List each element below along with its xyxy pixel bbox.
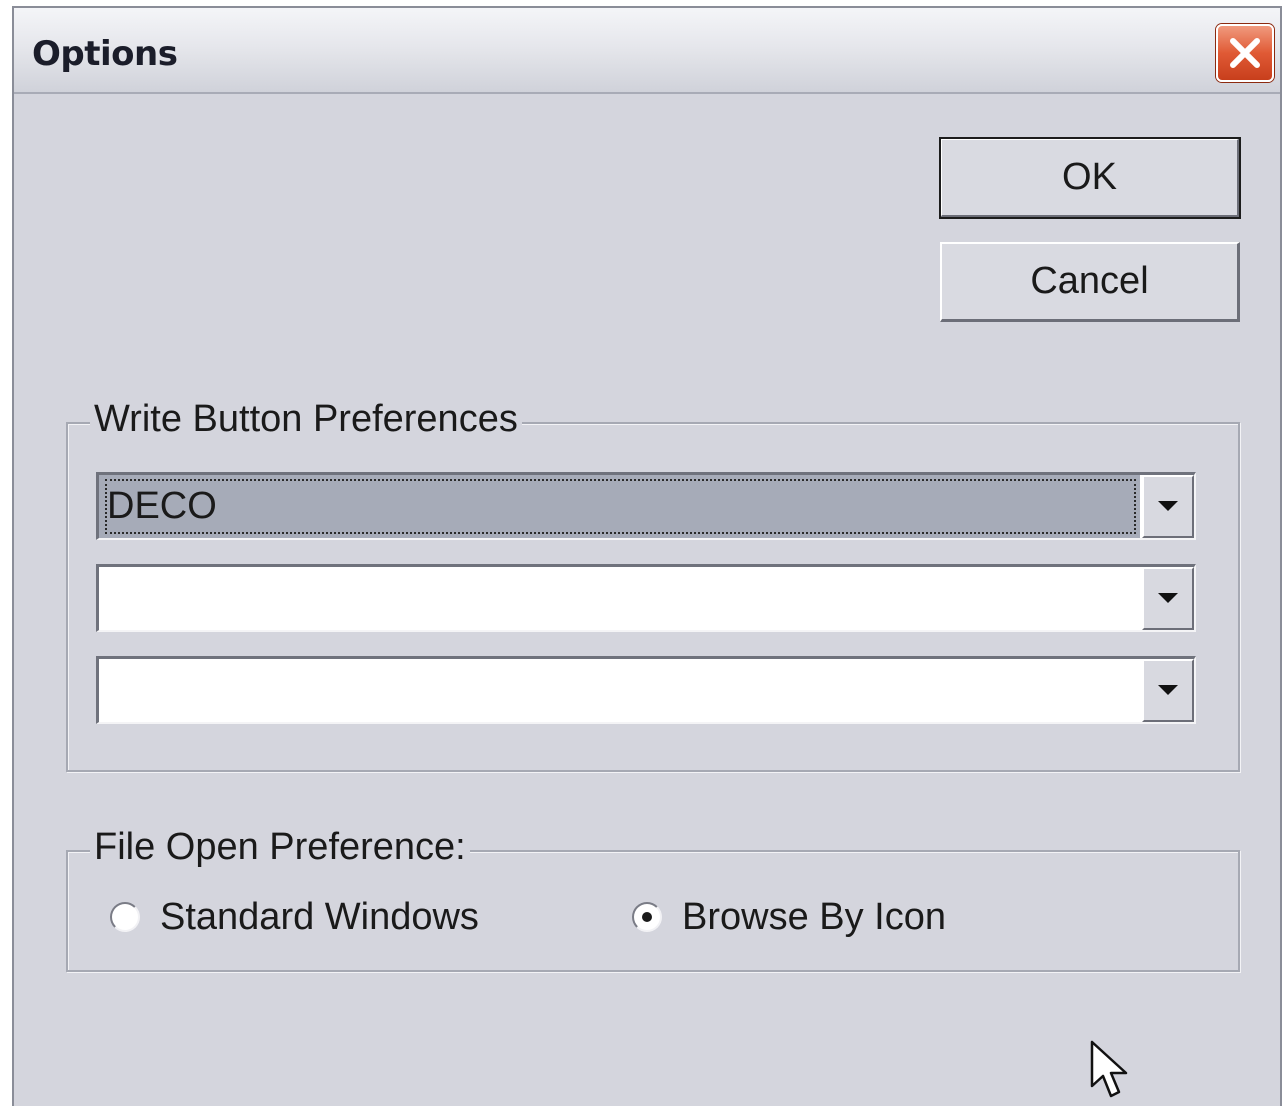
radio-standard-windows[interactable]: Standard Windows bbox=[110, 892, 479, 942]
combo-field[interactable] bbox=[99, 567, 1140, 630]
radio-label: Browse By Icon bbox=[682, 895, 946, 938]
window-title: Options bbox=[32, 34, 178, 74]
file-open-preference-legend: File Open Preference: bbox=[90, 826, 470, 869]
combo-value bbox=[105, 663, 1136, 718]
dropdown-button[interactable] bbox=[1142, 567, 1194, 630]
triangle-down-icon bbox=[1158, 501, 1178, 511]
write-button-combo-3[interactable] bbox=[96, 656, 1196, 724]
file-open-preference-group: File Open Preference: Standard Windows B… bbox=[66, 826, 1240, 972]
write-button-preferences-legend: Write Button Preferences bbox=[90, 398, 522, 441]
combo-value bbox=[105, 571, 1136, 626]
radio-browse-by-icon[interactable]: Browse By Icon bbox=[632, 892, 946, 942]
ok-button[interactable]: OK bbox=[939, 137, 1241, 219]
arrow-cursor-icon bbox=[1090, 1040, 1128, 1098]
triangle-down-icon bbox=[1158, 593, 1178, 603]
write-button-preferences-group: Write Button Preferences DECO bbox=[66, 398, 1240, 772]
triangle-down-icon bbox=[1158, 685, 1178, 695]
close-button[interactable] bbox=[1216, 24, 1274, 82]
combo-value: DECO bbox=[105, 479, 1136, 534]
dropdown-button[interactable] bbox=[1142, 659, 1194, 722]
write-button-combo-1[interactable]: DECO bbox=[96, 472, 1196, 540]
dropdown-button[interactable] bbox=[1142, 475, 1194, 538]
write-button-combo-2[interactable] bbox=[96, 564, 1196, 632]
combo-field[interactable] bbox=[99, 659, 1140, 722]
options-dialog: Options OK Cancel Write Button Preferenc… bbox=[12, 6, 1282, 1106]
radio-button[interactable] bbox=[110, 902, 140, 932]
radio-button[interactable] bbox=[632, 902, 662, 932]
radio-label: Standard Windows bbox=[160, 895, 479, 938]
title-bar[interactable]: Options bbox=[14, 8, 1280, 94]
cancel-button[interactable]: Cancel bbox=[940, 242, 1240, 322]
combo-field[interactable]: DECO bbox=[99, 475, 1140, 538]
close-icon bbox=[1230, 38, 1260, 68]
